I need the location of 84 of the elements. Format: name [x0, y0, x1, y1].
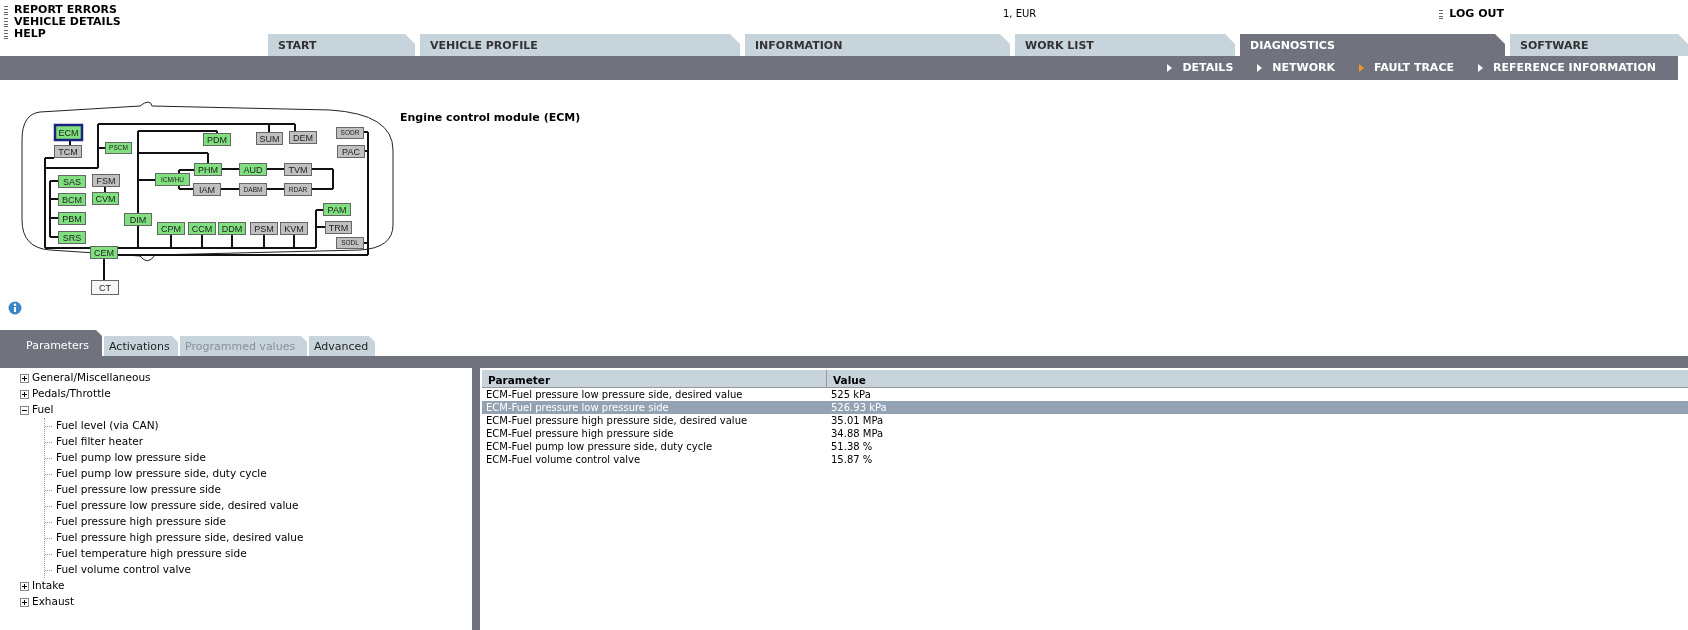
expand-icon[interactable]: [20, 597, 29, 607]
param-tab[interactable]: Activations: [104, 336, 178, 356]
tree-item[interactable]: Fuel: [32, 402, 54, 418]
module-node[interactable]: ECM: [53, 123, 84, 142]
module-node[interactable]: FSM: [92, 174, 120, 187]
collapse-icon[interactable]: [20, 405, 29, 415]
table-cell-text: ECM-Fuel pressure low pressure side, desired value: [485, 388, 744, 401]
module-node[interactable]: SAS: [58, 175, 86, 188]
tree-item[interactable]: Fuel temperature high pressure side: [56, 546, 247, 562]
nav-tab[interactable]: WORK LIST: [1015, 34, 1235, 56]
table-cell-text: 35.01 MPa: [830, 414, 885, 427]
tree-item[interactable]: Intake: [32, 578, 65, 594]
module-node[interactable]: TRM: [325, 221, 352, 234]
module-title: Engine control module (ECM): [400, 111, 581, 124]
subnav-link[interactable]: FAULT TRACE: [1374, 59, 1454, 77]
module-node[interactable]: PBM: [58, 212, 86, 225]
nav-tab[interactable]: DIAGNOSTICS: [1240, 34, 1505, 56]
table-cell-text: ECM-Fuel pressure high pressure side: [485, 427, 675, 440]
module-node[interactable]: CCM: [188, 222, 216, 235]
subnav-link[interactable]: REFERENCE INFORMATION: [1493, 59, 1656, 77]
module-node[interactable]: CPM: [157, 222, 185, 235]
header-link[interactable]: VEHICLE DETAILS: [14, 16, 121, 28]
currency-text: 1, EUR: [1003, 7, 1037, 21]
module-node[interactable]: DEM: [289, 131, 317, 144]
table-cell-text: ECM-Fuel volume control valve: [485, 453, 642, 466]
subnav-link[interactable]: NETWORK: [1272, 59, 1335, 77]
module-node[interactable]: SRS: [58, 231, 86, 244]
table-cell-text: 526.93 kPa: [830, 401, 888, 414]
param-tab[interactable]: Parameters: [0, 330, 102, 356]
module-node[interactable]: CT: [91, 280, 119, 295]
nav-tab[interactable]: START: [268, 34, 415, 56]
header-link[interactable]: HELP: [14, 28, 46, 40]
module-node[interactable]: DDM: [218, 222, 246, 235]
tree-item[interactable]: Fuel pressure high pressure side, desired value: [56, 530, 304, 546]
tree-item[interactable]: Pedals/Throttle: [32, 386, 111, 402]
grip-icon: [4, 5, 8, 15]
module-node[interactable]: PHM: [194, 163, 222, 176]
nav-tab[interactable]: VEHICLE PROFILE: [420, 34, 740, 56]
expand-icon[interactable]: [20, 389, 29, 399]
header-link[interactable]: REPORT ERRORS: [14, 4, 117, 16]
module-node[interactable]: PAC: [337, 145, 365, 158]
module-node[interactable]: AUD: [239, 163, 267, 176]
tree-item[interactable]: Exhaust: [32, 594, 75, 610]
logout-link[interactable]: LOG OUT: [1449, 6, 1504, 23]
module-node[interactable]: BCM: [58, 193, 86, 206]
grip-icon: [4, 17, 8, 27]
module-node[interactable]: SUM: [256, 132, 283, 145]
tree-item[interactable]: Fuel pressure low pressure side, desired value: [56, 498, 299, 514]
table-cell-text: 15.87 %: [830, 453, 874, 466]
param-tab[interactable]: Advanced: [309, 336, 375, 356]
module-node[interactable]: PSM: [250, 222, 278, 235]
tree-item[interactable]: Fuel pump low pressure side, duty cycle: [56, 466, 267, 482]
nav-tab[interactable]: SOFTWARE: [1510, 34, 1688, 56]
subnav-link[interactable]: DETAILS: [1182, 59, 1234, 77]
column-header[interactable]: Value: [827, 370, 1688, 387]
table-cell-text: ECM-Fuel pump low pressure side, duty cycle: [485, 440, 714, 453]
module-node[interactable]: TVM: [284, 163, 312, 176]
module-node[interactable]: IAM: [193, 183, 221, 196]
grip-icon: [1439, 9, 1444, 19]
expand-icon[interactable]: [20, 373, 29, 383]
module-node[interactable]: PAM: [323, 203, 351, 216]
table-cell-text: ECM-Fuel pressure high pressure side, desired value: [485, 414, 749, 427]
expand-icon[interactable]: [20, 581, 29, 591]
tree-item[interactable]: Fuel pump low pressure side: [56, 450, 206, 466]
module-node[interactable]: KVM: [280, 222, 308, 235]
column-header[interactable]: Parameter: [482, 370, 827, 387]
tree-item[interactable]: General/Miscellaneous: [32, 370, 151, 386]
tree-item[interactable]: Fuel level (via CAN): [56, 418, 159, 434]
module-node[interactable]: PDM: [203, 133, 231, 146]
table-cell-text: 34.88 MPa: [830, 427, 885, 440]
table-cell-text: ECM-Fuel pressure low pressure side: [485, 401, 670, 414]
info-icon[interactable]: [8, 301, 22, 315]
nav-tab[interactable]: INFORMATION: [745, 34, 1010, 56]
module-node[interactable]: DIM: [124, 213, 152, 226]
table-cell-text: 51.38 %: [830, 440, 874, 453]
tree-item[interactable]: Fuel pressure low pressure side: [56, 482, 221, 498]
module-node[interactable]: CVM: [92, 192, 119, 205]
module-node[interactable]: TCM: [54, 145, 82, 158]
module-node[interactable]: CEM: [90, 246, 118, 259]
tree-item[interactable]: Fuel volume control valve: [56, 562, 192, 578]
tree-item[interactable]: Fuel filter heater: [56, 434, 144, 450]
table-cell-text: 525 kPa: [830, 388, 872, 401]
tree-item[interactable]: Fuel pressure high pressure side: [56, 514, 226, 530]
grip-icon: [4, 29, 8, 39]
